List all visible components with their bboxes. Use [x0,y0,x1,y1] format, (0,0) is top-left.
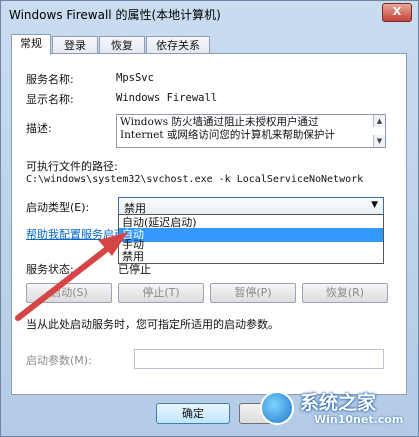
tab-recovery[interactable]: 恢复 [99,36,145,54]
start-params-label: 启动参数(M): [26,354,92,367]
watermark-site: Win10net.com [314,413,404,426]
ok-button[interactable]: 确定 [156,403,230,424]
display-name-value: Windows Firewall [116,92,218,104]
description-box[interactable]: Windows 防火墙通过阻止未授权用户通过 Internet 或网络访问您的计… [116,114,386,148]
close-button[interactable]: X [382,3,412,22]
title-bar: Windows Firewall 的属性(本地计算机) X [1,1,418,27]
watermark-brand: 系统之家 [300,392,377,414]
pause-button[interactable]: 暂停(P) [210,283,296,303]
startup-note: 当从此处启动服务时，您可指定所适用的启动参数。 [26,318,279,331]
option-disabled[interactable]: 禁用 [119,250,383,264]
start-button[interactable]: 启动(S) [26,283,112,303]
start-params-input[interactable] [134,349,384,369]
tab-dependencies[interactable]: 依存关系 [146,36,210,54]
service-status-label: 服务状态: [26,263,74,276]
exe-path-value: C:\windows\system32\svchost.exe -k Local… [26,174,364,185]
watermark: 系统之家 Win10net.com [258,385,418,435]
dropdown-arrow-icon[interactable]: ▼ [371,200,378,210]
help-configure-link[interactable]: 帮助我配置服务启动 [26,226,125,242]
scroll-up-arrow-icon[interactable]: ▲ [373,115,385,127]
description-label: 描述: [26,122,52,135]
tab-logon[interactable]: 登录 [52,36,98,54]
stop-button[interactable]: 停止(T) [118,283,204,303]
startup-type-select[interactable]: 禁用 ▼ [118,197,384,215]
exe-path-label: 可执行文件的路径: [26,160,118,173]
display-name-label: 显示名称: [26,93,74,106]
tab-general[interactable]: 常规 [11,34,51,55]
service-name-value: MpsSvc [116,72,154,84]
scroll-down-arrow-icon[interactable]: ▼ [373,135,385,147]
description-line-1: Windows 防火墙通过阻止未授权用户通过 [120,116,319,128]
description-line-2: Internet 或网络访问您的计算机来帮助保护计 [120,129,335,141]
properties-window: Windows Firewall 的属性(本地计算机) X 常规 登录 恢复 依… [0,0,419,437]
general-panel: 服务名称: MpsSvc 显示名称: Windows Firewall 描述: … [11,53,407,395]
resume-button[interactable]: 恢复(R) [302,283,388,303]
startup-type-dropdown: 自动(延迟启动) 自动 手动 禁用 [118,214,384,264]
window-title: Windows Firewall 的属性(本地计算机) [9,8,221,22]
service-name-label: 服务名称: [26,73,74,86]
startup-type-label: 启动类型(E): [26,201,90,214]
watermark-logo-icon [260,391,294,425]
